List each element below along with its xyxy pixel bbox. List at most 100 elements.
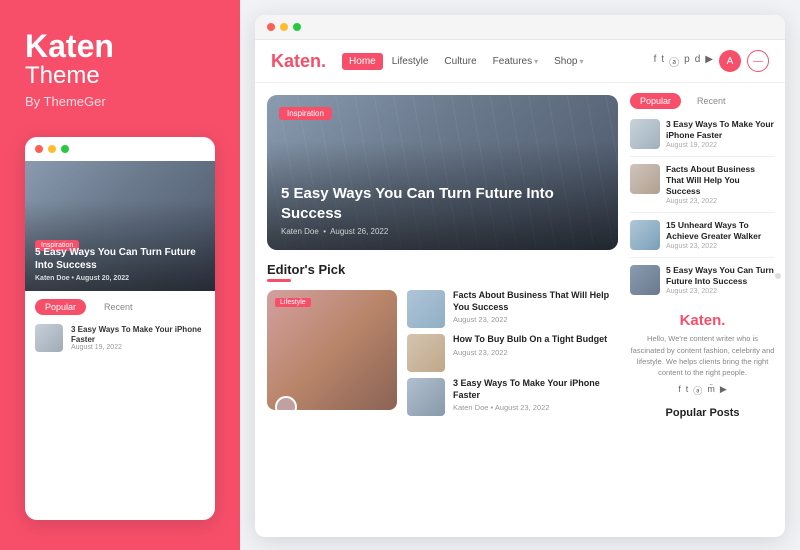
mobile-tab-recent[interactable]: Recent [94, 299, 143, 315]
editors-item-body-2: How To Buy Bulb On a Tight Budget August… [453, 334, 607, 357]
left-brand: Katen Theme By ThemeGer [25, 30, 215, 109]
hero-meta: Katen Doe • August 26, 2022 [281, 227, 604, 236]
editors-item-1: Facts About Business That Will Help You … [407, 290, 618, 328]
nav-avatar-pink[interactable]: A [719, 50, 741, 72]
sidebar-about-socials: f t ⓐ m̈ ▶ [630, 384, 775, 397]
facebook-icon[interactable]: f [654, 54, 657, 69]
editors-item-3: 3 Easy Ways To Make Your iPhone Faster K… [407, 378, 618, 416]
editors-item-body-1: Facts About Business That Will Help You … [453, 290, 618, 324]
sidebar-post-3: 15 Unheard Ways To Achieve Greater Walke… [630, 220, 775, 258]
about-twitter-icon[interactable]: t [686, 384, 689, 397]
sidebar-post-date-4: August 23, 2022 [666, 288, 775, 295]
youtube-icon[interactable]: ▶ [705, 54, 713, 69]
mobile-hero-title: 5 Easy Ways You Can Turn Future Into Suc… [35, 246, 205, 283]
editors-item-2: How To Buy Bulb On a Tight Budget August… [407, 334, 618, 372]
sidebar-about-dot: . [721, 312, 725, 329]
sidebar-post-body-3: 15 Unheard Ways To Achieve Greater Walke… [666, 220, 775, 250]
editors-pick-section: Editor's Pick Lifestyle [267, 262, 618, 416]
browser-dot-yellow [280, 23, 288, 31]
sidebar-about-brand: Katen. [630, 312, 775, 329]
sidebar-post-title-1: 3 Easy Ways To Make Your iPhone Faster [666, 119, 775, 141]
editors-items: Facts About Business That Will Help You … [407, 290, 618, 416]
pinterest-icon[interactable]: p [684, 54, 690, 69]
sidebar-about-text: Hello, We're content writer who is fasci… [630, 333, 775, 378]
mobile-top-bar [25, 137, 215, 161]
browser-dot-green [293, 23, 301, 31]
editors-pick-title: Editor's Pick [267, 262, 618, 277]
sidebar-tab-popular[interactable]: Popular [630, 93, 681, 109]
sidebar-post-title-2: Facts About Business That Will Help You … [666, 164, 775, 197]
sidebar-post-thumb-3 [630, 220, 660, 250]
dot-green [61, 145, 69, 153]
sidebar-post-body-2: Facts About Business That Will Help You … [666, 164, 775, 205]
hero-text: 5 Easy Ways You Can Turn Future Into Suc… [281, 184, 604, 236]
content-sidebar: Popular Recent 3 Easy Ways To Make Your … [630, 83, 785, 525]
scroll-indicator [775, 273, 781, 279]
nav-link-features[interactable]: Features ▾ [486, 53, 545, 70]
nav-link-shop[interactable]: Shop ▾ [547, 53, 590, 70]
mobile-hero-meta: Katen Doe • August 20, 2022 [35, 274, 205, 283]
dot-yellow [48, 145, 56, 153]
mobile-hero: Inspiration 5 Easy Ways You Can Turn Fut… [25, 161, 215, 291]
hero-author: Katen Doe [281, 227, 319, 236]
hero-date: August 26, 2022 [330, 227, 388, 236]
sidebar-post-body-4: 5 Easy Ways You Can Turn Future Into Suc… [666, 265, 775, 295]
editors-item-date-1: August 23, 2022 [453, 315, 618, 324]
content-main: Inspiration 5 Easy Ways You Can Turn Fut… [255, 83, 630, 525]
tiktok-icon[interactable]: d [695, 54, 701, 69]
editors-bottom-meta: Katen Doe • August 23, 2022 [453, 403, 618, 412]
browser-content: Inspiration 5 Easy Ways You Can Turn Fut… [255, 83, 785, 525]
left-panel: Katen Theme By ThemeGer Inspiration 5 Ea… [0, 0, 240, 550]
sidebar-post-title-4: 5 Easy Ways You Can Turn Future Into Suc… [666, 265, 775, 287]
editors-item-date-2: August 23, 2022 [453, 348, 607, 357]
mobile-tab-popular[interactable]: Popular [35, 299, 86, 315]
editors-tag: Lifestyle [275, 298, 311, 307]
editors-main-image: Lifestyle [267, 290, 397, 410]
browser-dot-red [267, 23, 275, 31]
hero-card: Inspiration 5 Easy Ways You Can Turn Fut… [267, 95, 618, 250]
sidebar-popular-title: Popular Posts [630, 407, 775, 419]
about-medium-icon[interactable]: m̈ [707, 384, 715, 397]
sidebar-post-thumb-4 [630, 265, 660, 295]
nav-brand-dot: . [321, 51, 326, 71]
nav-link-culture[interactable]: Culture [437, 53, 483, 70]
editors-item-thumb-3 [407, 378, 445, 416]
editors-item-body-3: 3 Easy Ways To Make Your iPhone Faster K… [453, 378, 618, 412]
browser-mock: Katen. Home Lifestyle Culture Features ▾… [255, 15, 785, 537]
sidebar-post-date-2: August 23, 2022 [666, 198, 775, 205]
hero-title: 5 Easy Ways You Can Turn Future Into Suc… [281, 184, 604, 223]
browser-bar [255, 15, 785, 40]
about-facebook-icon[interactable]: f [678, 384, 681, 397]
sidebar-tab-recent[interactable]: Recent [687, 93, 736, 109]
twitter-icon[interactable]: t [661, 54, 664, 69]
site-nav: Katen. Home Lifestyle Culture Features ▾… [255, 40, 785, 83]
instagram-icon[interactable]: ⓐ [669, 54, 679, 69]
editors-pick-underline [267, 279, 291, 282]
dot-red [35, 145, 43, 153]
nav-link-lifestyle[interactable]: Lifestyle [385, 53, 436, 70]
nav-links: Home Lifestyle Culture Features ▾ Shop ▾ [342, 53, 590, 70]
editors-item-title-3: 3 Easy Ways To Make Your iPhone Faster [453, 378, 618, 401]
sidebar-tabs: Popular Recent [630, 93, 775, 109]
nav-link-home[interactable]: Home [342, 53, 383, 70]
editors-main-image-bg [267, 290, 397, 410]
brand-name: Katen [25, 30, 215, 62]
sidebar-post-body-1: 3 Easy Ways To Make Your iPhone Faster A… [666, 119, 775, 149]
mobile-thumb-image [35, 324, 63, 352]
sidebar-post-1: 3 Easy Ways To Make Your iPhone Faster A… [630, 119, 775, 157]
sidebar-post-date-3: August 23, 2022 [666, 243, 775, 250]
nav-avatar-outline[interactable]: — [747, 50, 769, 72]
mobile-list-item: 3 Easy Ways To Make Your iPhone Faster A… [25, 319, 215, 357]
about-youtube-icon[interactable]: ▶ [720, 384, 727, 397]
mobile-item-date: August 19, 2022 [71, 344, 205, 351]
about-instagram-icon[interactable]: ⓐ [693, 384, 702, 397]
sidebar-about: Katen. Hello, We're content writer who i… [630, 312, 775, 419]
nav-icons: f t ⓐ p d ▶ A — [654, 50, 769, 72]
mobile-item-text: 3 Easy Ways To Make Your iPhone Faster A… [71, 325, 205, 351]
nav-brand: Katen. [271, 51, 326, 72]
editors-item-thumb-1 [407, 290, 445, 328]
sidebar-post-thumb-1 [630, 119, 660, 149]
editors-grid: Lifestyle Facts About Business That Will… [267, 290, 618, 416]
sidebar-post-title-3: 15 Unheard Ways To Achieve Greater Walke… [666, 220, 775, 242]
brand-theme: Theme [25, 62, 215, 90]
